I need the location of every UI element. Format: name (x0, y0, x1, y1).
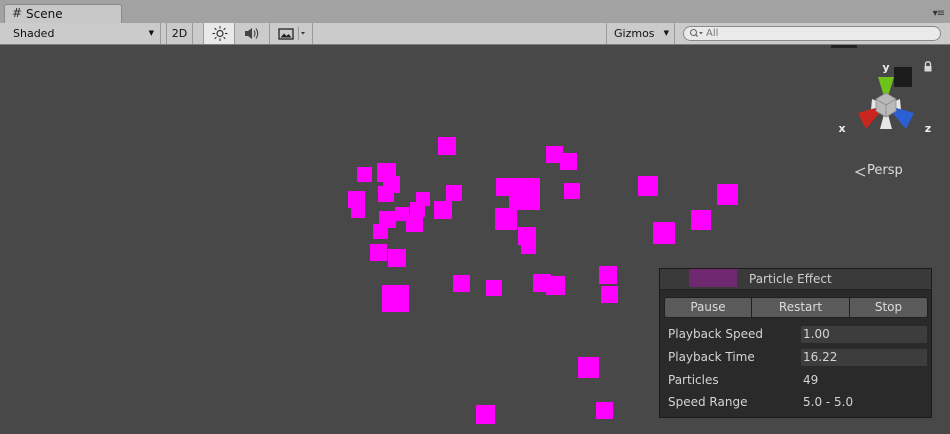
panel-title: Particle Effect (749, 272, 832, 286)
particle (438, 137, 456, 155)
scene-viewport[interactable]: y x z Persp Particle Effect Pause Restar… (0, 45, 950, 434)
particle (406, 215, 423, 232)
tab-strip: # Scene ▾≡ (0, 0, 950, 23)
particle (599, 266, 617, 284)
scene-lighting-toggle[interactable] (203, 23, 235, 44)
gizmos-label: Gizmos (614, 27, 655, 40)
particle (476, 405, 495, 424)
particle-effect-panel: Particle Effect Pause Restart Stop Playb… (659, 268, 932, 418)
grid-hash-icon: # (12, 6, 23, 20)
playback-time-value[interactable]: 16.22 (803, 350, 837, 364)
dropdown-arrow-icon: ▼ (663, 29, 669, 37)
scene-audio-toggle[interactable] (236, 23, 268, 44)
particle (378, 186, 394, 202)
restart-button[interactable]: Restart (751, 297, 850, 318)
scene-effects-dropdown[interactable] (269, 23, 313, 44)
axis-z-label: z (925, 122, 931, 135)
particle (373, 224, 388, 239)
pause-button[interactable]: Pause (664, 297, 752, 318)
particle (560, 153, 577, 170)
particle (453, 275, 470, 292)
particle (601, 286, 618, 303)
particle (434, 201, 452, 219)
speed-range-label: Speed Range (668, 395, 748, 409)
playback-speed-value[interactable]: 1.00 (803, 327, 830, 341)
particle (357, 167, 372, 182)
playback-speed-label: Playback Speed (668, 327, 763, 341)
speed-range-value: 5.0 - 5.0 (803, 395, 854, 409)
sun-icon (212, 26, 228, 41)
search-icon (689, 28, 703, 38)
particle (410, 202, 425, 217)
particle (717, 184, 738, 205)
particle (486, 280, 502, 296)
tab-menu-icon[interactable]: ▾≡ (933, 8, 945, 19)
particle (446, 185, 462, 201)
playback-time-label: Playback Time (668, 350, 755, 364)
panel-header[interactable]: Particle Effect (660, 269, 931, 290)
particle (382, 285, 409, 312)
particle (653, 222, 675, 244)
lock-icon[interactable] (923, 61, 933, 72)
particles-value: 49 (803, 373, 819, 387)
shading-mode-label: Shaded (13, 27, 55, 40)
projection-label[interactable]: Persp (853, 163, 903, 178)
axis-x-label: x (838, 122, 845, 135)
particle (351, 204, 365, 218)
particle (521, 239, 536, 254)
particle (495, 208, 517, 230)
image-icon (278, 27, 305, 40)
particle (596, 402, 613, 419)
tab-scene[interactable]: # Scene (4, 4, 122, 23)
dropdown-arrow-icon: ▼ (148, 29, 154, 37)
search-input[interactable] (683, 26, 941, 41)
scene-window: # Scene ▾≡ Shaded ▼ 2D Gizmos ▼ All y x … (0, 0, 950, 434)
mode-2d-toggle[interactable]: 2D (166, 23, 193, 44)
shading-mode-dropdown[interactable]: Shaded ▼ (0, 23, 161, 44)
axis-y-label: y (882, 61, 889, 74)
orientation-gizmo[interactable]: y x z (836, 55, 936, 155)
particle (370, 244, 387, 261)
stop-button[interactable]: Stop (849, 297, 928, 318)
particle (691, 210, 711, 230)
particle (638, 176, 658, 196)
gizmos-dropdown[interactable]: Gizmos ▼ (606, 23, 675, 44)
particle (578, 357, 599, 378)
particles-label: Particles (668, 373, 719, 387)
particle (564, 183, 580, 199)
particle (388, 249, 406, 267)
viewport-edge-strip (831, 45, 857, 48)
speaker-icon (245, 28, 259, 39)
particle-overlap (689, 269, 737, 287)
particle (509, 178, 540, 210)
scene-toolbar: Shaded ▼ 2D Gizmos ▼ All (0, 23, 950, 45)
particle (546, 276, 565, 295)
tab-scene-label: Scene (26, 7, 63, 21)
